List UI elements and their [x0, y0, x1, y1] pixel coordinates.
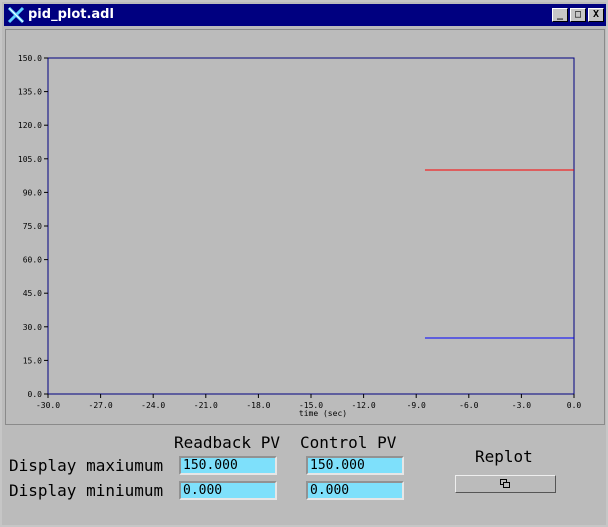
y-tick-label: 30.0: [23, 323, 42, 332]
strip-chart-frame: 150.0 135.0 120.0 105.0 90.0 75.0 60.0 45.0 30.0…: [5, 29, 605, 425]
strip-chart: 150.0 135.0 120.0 105.0 90.0 75.0 60.0 45.0 30.0…: [18, 54, 582, 418]
maximize-button[interactable]: □: [570, 8, 586, 22]
display-max-label: Display maxiumum: [9, 456, 164, 475]
x-tick-label: -27.0: [89, 401, 113, 410]
control-panel: Readback PV Control PV Replot Display ma…: [2, 426, 606, 525]
y-tick-label: 105.0: [18, 155, 42, 164]
readback-min-field[interactable]: 0.000: [179, 481, 277, 500]
x-app-icon: [7, 6, 25, 24]
x-tick-label: -9.0: [407, 401, 426, 410]
control-min-field[interactable]: 0.000: [306, 481, 404, 500]
readback-max-field[interactable]: 150.000: [179, 456, 277, 475]
x-tick-label: -21.0: [194, 401, 218, 410]
x-tick-label: 0.0: [567, 401, 582, 410]
y-tick-label: 75.0: [23, 222, 42, 231]
x-axis-label: time (sec): [299, 409, 347, 418]
y-tick-label: 0.0: [28, 390, 43, 399]
x-tick-label: -24.0: [141, 401, 165, 410]
control-max-field[interactable]: 150.000: [306, 456, 404, 475]
display-min-label: Display miniumum: [9, 481, 164, 500]
replot-icon: [500, 479, 510, 488]
replot-button[interactable]: [455, 475, 556, 493]
close-button[interactable]: X: [588, 8, 604, 22]
minimize-button[interactable]: _: [552, 8, 568, 22]
plot-area-border: [47, 57, 575, 395]
y-tick-label: 150.0: [18, 54, 42, 63]
y-tick-label: 135.0: [18, 88, 42, 97]
y-tick-label: 60.0: [23, 256, 42, 265]
y-tick-label: 15.0: [23, 356, 42, 365]
x-tick-label: -18.0: [246, 401, 270, 410]
x-tick-label: -30.0: [36, 401, 60, 410]
y-tick-label: 90.0: [23, 188, 42, 197]
window-title: pid_plot.adl: [28, 7, 114, 22]
x-tick-label: -12.0: [352, 401, 376, 410]
pid-plot-window: pid_plot.adl _ □ X 150.0 135.0 120.0 105.0 9…: [0, 0, 608, 527]
title-bar[interactable]: pid_plot.adl _ □ X: [4, 4, 606, 26]
y-tick-label: 120.0: [18, 121, 42, 130]
y-tick-label: 45.0: [23, 289, 42, 298]
replot-label: Replot: [475, 447, 533, 466]
readback-pv-header: Readback PV: [174, 433, 280, 452]
x-tick-label: -3.0: [512, 401, 531, 410]
x-tick-label: -6.0: [459, 401, 478, 410]
control-pv-header: Control PV: [300, 433, 397, 452]
